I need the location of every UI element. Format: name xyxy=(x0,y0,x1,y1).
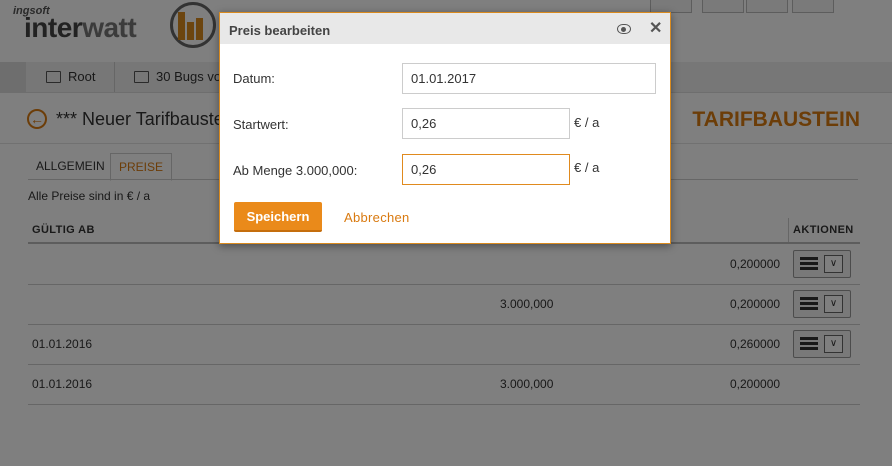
startwert-input[interactable] xyxy=(402,108,570,139)
startwert-unit: € / a xyxy=(574,115,600,130)
eye-icon[interactable] xyxy=(617,24,631,34)
edit-price-dialog: Preis bearbeiten ✕ Datum: Startwert: € /… xyxy=(219,12,671,244)
ab-menge-input[interactable] xyxy=(402,154,570,185)
ab-menge-unit: € / a xyxy=(574,160,600,175)
close-icon[interactable]: ✕ xyxy=(649,18,662,38)
startwert-label: Startwert: xyxy=(233,117,289,132)
ab-menge-label: Ab Menge 3.000,000: xyxy=(233,163,358,178)
datum-label: Datum: xyxy=(233,71,275,86)
save-button[interactable]: Speichern xyxy=(234,202,322,232)
dialog-title: Preis bearbeiten xyxy=(229,23,331,38)
dialog-header[interactable]: Preis bearbeiten ✕ xyxy=(220,13,670,44)
cancel-button[interactable]: Abbrechen xyxy=(344,210,410,225)
datum-input[interactable] xyxy=(402,63,656,94)
